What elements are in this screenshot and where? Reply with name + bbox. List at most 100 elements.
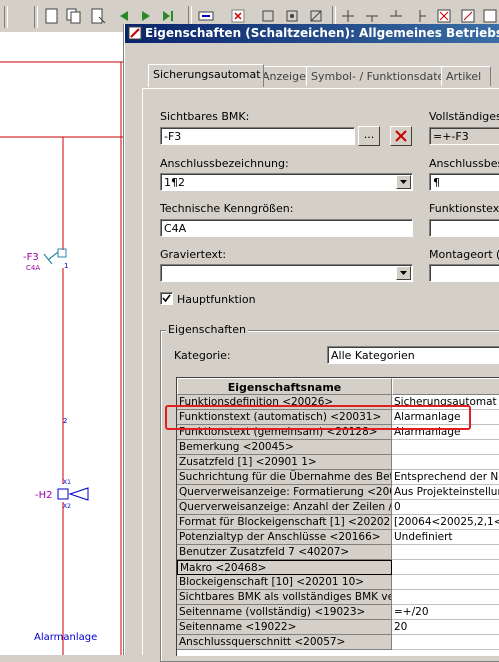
- funktionstext-input[interactable]: [429, 219, 499, 237]
- tab-artikel[interactable]: Artikel: [441, 66, 491, 86]
- table-row[interactable]: Querverweisanzeige: Formatierung <200...…: [177, 485, 499, 500]
- graviertext-input[interactable]: [160, 264, 413, 282]
- table-row[interactable]: Sichtbares BMK als vollständiges BMK ver…: [177, 590, 499, 605]
- anschluss-value: 1¶2: [164, 176, 185, 189]
- vollstaendiges-bmk-input[interactable]: =+-F3: [429, 127, 499, 145]
- copy-page-icon[interactable]: [66, 8, 82, 24]
- connection-icon[interactable]: [388, 8, 404, 24]
- interruption-icon[interactable]: [436, 8, 452, 24]
- toolbar-separator: [34, 6, 38, 28]
- connection-icon[interactable]: [364, 8, 380, 24]
- property-value-cell[interactable]: [392, 440, 499, 455]
- property-value-cell[interactable]: 0: [392, 500, 499, 515]
- property-name-cell: Funktionsdefinition <20026>: [177, 395, 392, 410]
- interruption-icon[interactable]: [482, 8, 498, 24]
- arrow-right-icon[interactable]: [138, 8, 154, 24]
- property-name-cell: Bemerkung <20045>: [177, 440, 392, 455]
- property-value-cell[interactable]: [392, 455, 499, 470]
- hauptfunktion-label: Hauptfunktion: [177, 293, 256, 306]
- h2-label: -H2: [35, 490, 53, 501]
- anschluss-dropdown-button[interactable]: [396, 175, 411, 189]
- property-value-cell[interactable]: Aus Projekteinstellung: [392, 485, 499, 500]
- property-value-cell[interactable]: Sicherungsautomat: [392, 395, 499, 410]
- anschlussbeschr-input[interactable]: ¶: [429, 173, 499, 191]
- red-x-icon: [395, 130, 407, 142]
- tab-symbol-funktionsdaten[interactable]: Symbol- / Funktionsdaten: [306, 66, 451, 86]
- sichtbares-bmk-input[interactable]: -F3: [160, 127, 355, 145]
- lamp-symbol[interactable]: [57, 487, 89, 501]
- property-name-cell: Blockeigenschaft [10] <20201 10>: [177, 575, 392, 590]
- property-value-cell[interactable]: [392, 560, 499, 575]
- property-value-cell[interactable]: Entsprechend der Nor: [392, 470, 499, 485]
- connection-icon[interactable]: [412, 8, 428, 24]
- tab-anzeige[interactable]: Anzeige: [257, 66, 311, 86]
- chevron-down-icon: [400, 180, 407, 184]
- property-name-cell: Sichtbares BMK als vollständiges BMK ver…: [177, 590, 392, 605]
- delete-icon[interactable]: [230, 8, 246, 24]
- property-name-cell: Zusatzfeld [1] <20901 1>: [177, 455, 392, 470]
- chevron-down-icon: [400, 271, 407, 275]
- kategorie-label: Kategorie:: [174, 349, 231, 362]
- property-value-cell[interactable]: [392, 575, 499, 590]
- interruption-icon[interactable]: [460, 8, 476, 24]
- tab-panel-border: [142, 88, 499, 89]
- symbol-icon[interactable]: [308, 8, 324, 24]
- table-row[interactable]: Potenzialtyp der Anschlüsse <20166> Undef…: [177, 530, 499, 545]
- dialog-title: Eigenschaften (Schaltzeichen): Allgemein…: [145, 26, 499, 40]
- table-row[interactable]: Blockeigenschaft [10] <20201 10>: [177, 575, 499, 590]
- circuit-breaker-symbol[interactable]: [43, 248, 67, 265]
- dialog-titlebar[interactable]: Eigenschaften (Schaltzeichen): Allgemein…: [125, 24, 499, 43]
- page-properties-icon[interactable]: [90, 8, 106, 24]
- table-row[interactable]: Funktionstext (automatisch) <20031> Alarm…: [177, 410, 499, 425]
- column-header-value[interactable]: [392, 378, 499, 395]
- connection-icon[interactable]: [340, 8, 356, 24]
- table-row[interactable]: Anschlussquerschnitt <20057>: [177, 635, 499, 650]
- table-row[interactable]: Querverweisanzeige: Anzahl der Zeilen / …: [177, 500, 499, 515]
- property-value-cell[interactable]: [392, 635, 499, 650]
- table-row[interactable]: Zusatzfeld [1] <20901 1>: [177, 455, 499, 470]
- property-name-cell: Seitenname <19022>: [177, 620, 392, 635]
- kenngroessen-label: Technische Kenngrößen:: [160, 202, 294, 215]
- table-row[interactable]: Makro <20468>: [177, 560, 499, 575]
- graviertext-dropdown-button[interactable]: [396, 266, 411, 280]
- kenngroessen-input[interactable]: C4A: [160, 219, 413, 237]
- property-value-cell[interactable]: [392, 545, 499, 560]
- clear-button[interactable]: [390, 126, 412, 146]
- arrow-end-icon[interactable]: [160, 8, 176, 24]
- column-header-name[interactable]: Eigenschaftsname: [177, 378, 392, 395]
- table-row[interactable]: Seitenname <19022> 20: [177, 620, 499, 635]
- table-row[interactable]: Benutzer Zusatzfeld 7 <40207>: [177, 545, 499, 560]
- anschluss-input[interactable]: 1¶2: [160, 173, 413, 191]
- sichtbares-bmk-label: Sichtbares BMK:: [160, 110, 250, 123]
- h2-function-text: Alarmanlage: [34, 632, 98, 643]
- property-value-cell[interactable]: Alarmanlage: [392, 410, 499, 425]
- f3-pin-top: 1: [64, 262, 69, 270]
- table-row[interactable]: Format für Blockeigenschaft [1] <20202 1…: [177, 515, 499, 530]
- new-page-icon[interactable]: [44, 8, 60, 24]
- property-value-cell[interactable]: 20: [392, 620, 499, 635]
- property-value-cell[interactable]: Undefiniert: [392, 530, 499, 545]
- property-value-cell[interactable]: Alarmanlage: [392, 425, 499, 440]
- schematic-canvas[interactable]: -F3 C4A 1 2 -H2 X1 X2 Alarmanlage: [0, 32, 128, 655]
- browse-button[interactable]: ...: [358, 126, 380, 146]
- table-row[interactable]: Funktionsdefinition <20026> Sicherungsaut…: [177, 395, 499, 410]
- arrow-left-icon[interactable]: [116, 8, 132, 24]
- symbol-icon[interactable]: [284, 8, 300, 24]
- hauptfunktion-checkbox[interactable]: [160, 292, 173, 305]
- tab-sicherungsautomat[interactable]: Sicherungsautomat: [148, 64, 264, 87]
- table-row[interactable]: Suchrichtung für die Übernahme des Betr.…: [177, 470, 499, 485]
- table-row[interactable]: Seitenname (vollständig) <19023> =+/20: [177, 605, 499, 620]
- property-name-cell: Seitenname (vollständig) <19023>: [177, 605, 392, 620]
- property-value-cell[interactable]: =+/20: [392, 605, 499, 620]
- table-row[interactable]: Bemerkung <20045>: [177, 440, 499, 455]
- property-name-cell: Makro <20468>: [177, 560, 392, 575]
- symbol-icon[interactable]: [260, 8, 276, 24]
- property-name-cell: Querverweisanzeige: Anzahl der Zeilen / …: [177, 500, 392, 515]
- kategorie-select[interactable]: Alle Kategorien: [327, 346, 499, 364]
- property-value-cell[interactable]: [392, 590, 499, 605]
- montageort-input[interactable]: [429, 264, 499, 282]
- property-value-cell[interactable]: [20064<20025,2,1<2: [392, 515, 499, 530]
- graphics-icon[interactable]: [198, 8, 214, 24]
- table-row[interactable]: Funktionstext (gemeinsam) <20128> Alarman…: [177, 425, 499, 440]
- montageort-label: Montageort (be: [429, 248, 499, 261]
